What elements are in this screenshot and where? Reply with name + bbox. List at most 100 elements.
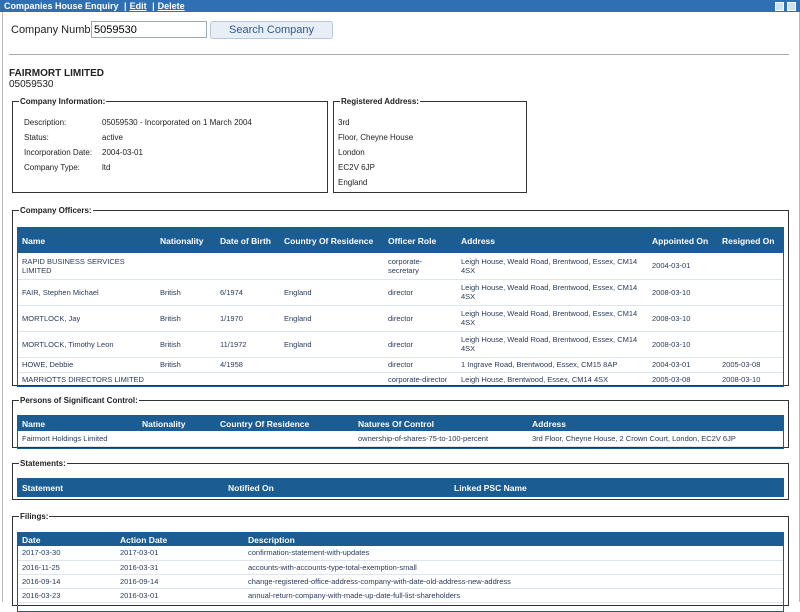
table-row[interactable]: FAIR, Stephen Michael British 6/1974 Eng… (18, 279, 783, 306)
table-cell: 2016-03-01 (116, 588, 244, 603)
table-row[interactable]: 2016-11-25 2016-03-31 accounts-with-acco… (18, 560, 783, 575)
info-key: Company Type: (24, 163, 80, 172)
table-cell: MORTLOCK, Jay (18, 305, 156, 332)
column-header[interactable]: Date (18, 533, 116, 546)
table-cell: accounts-with-accounts-type-total-exempt… (244, 560, 783, 575)
title-separator: | (152, 1, 155, 11)
column-header[interactable]: Description (244, 533, 783, 546)
table-cell: change-registered-office-address-company… (244, 574, 783, 589)
table-cell: director (384, 357, 457, 373)
table-cell: 11/1972 (216, 331, 280, 358)
table-cell: 2004-03-01 (648, 357, 718, 373)
column-header[interactable]: Linked PSC Name (450, 479, 783, 496)
table-cell: 2008-03-10 (648, 279, 718, 306)
table-row[interactable]: 2017-03-30 2017-03-01 confirmation-state… (18, 546, 783, 561)
column-header[interactable]: Country Of Residence (280, 228, 384, 253)
psc-table-wrap: Name Nationality Country Of Residence Na… (17, 415, 784, 449)
divider (9, 54, 789, 55)
table-cell: ownership-of-shares-75-to-100-percent (354, 431, 528, 447)
statements-header-row: Statement Notified On Linked PSC Name (18, 479, 783, 496)
table-cell: annual-return-company-with-made-up-date-… (244, 588, 783, 603)
table-cell: 2004-03-01 (648, 253, 718, 280)
column-header[interactable]: Resigned On (718, 228, 783, 253)
column-header[interactable]: Nationality (138, 416, 216, 431)
table-cell (216, 431, 354, 447)
table-row[interactable]: Fairmort Holdings Limited ownership-of-s… (18, 431, 783, 447)
officers-table-wrap: Name Nationality Date of Birth Country O… (17, 227, 784, 387)
table-cell: England (280, 331, 384, 358)
address-line: England (338, 178, 368, 187)
table-cell: 6/1974 (216, 279, 280, 306)
table-cell: 2016-09-14 (116, 574, 244, 589)
column-header[interactable]: Action Date (116, 533, 244, 546)
table-cell: MARRIOTTS DIRECTORS LIMITED (18, 372, 156, 386)
column-header[interactable]: Notified On (224, 479, 450, 496)
column-header[interactable]: Address (528, 416, 783, 431)
column-header[interactable]: Officer Role (384, 228, 457, 253)
table-cell: Leigh House, Brentwood, Essex, CM14 4SX (457, 372, 648, 386)
table-cell: British (156, 305, 216, 332)
info-value: active (102, 133, 123, 142)
info-key: Incorporation Date: (24, 148, 93, 157)
table-cell: 2005-03-08 (718, 357, 783, 373)
company-number-label: Company Number: (11, 24, 104, 36)
address-line: EC2V 6JP (338, 163, 375, 172)
column-header[interactable]: Address (457, 228, 648, 253)
section-legend: Company Officers: (20, 206, 92, 215)
column-header[interactable]: Nationality (156, 228, 216, 253)
table-row[interactable]: MARRIOTTS DIRECTORS LIMITED corporate-di… (18, 372, 783, 386)
section-legend: Persons of Significant Control: (20, 396, 138, 405)
company-number: 05059530 (9, 79, 54, 90)
info-value: 2004-03-01 (102, 148, 143, 157)
table-cell: 2008-03-10 (718, 372, 783, 386)
info-key: Status: (24, 133, 49, 142)
title-separator: | (124, 1, 127, 11)
table-cell: 2005-03-08 (648, 372, 718, 386)
column-header[interactable]: Natures Of Control (354, 416, 528, 431)
table-row[interactable]: 2016-09-14 2016-09-14 change-registered-… (18, 574, 783, 589)
edit-link[interactable]: Edit (130, 1, 147, 11)
table-cell (280, 357, 384, 373)
company-information-section: Company Information: Description: 050595… (12, 97, 328, 193)
table-cell: 2016-09-14 (18, 574, 116, 589)
maximize-icon[interactable] (787, 2, 796, 11)
table-row[interactable]: MORTLOCK, Timothy Leon British 11/1972 E… (18, 331, 783, 358)
column-header[interactable]: Name (18, 228, 156, 253)
column-header[interactable]: Date of Birth (216, 228, 280, 253)
table-cell: British (156, 331, 216, 358)
table-cell: corporate-secretary (384, 253, 457, 280)
table-cell: 2016-03-31 (116, 560, 244, 575)
table-cell (718, 253, 783, 280)
officers-table: Name Nationality Date of Birth Country O… (18, 228, 783, 386)
statements-table: Statement Notified On Linked PSC Name (18, 479, 783, 496)
search-company-button[interactable]: Search Company (210, 21, 333, 39)
column-header[interactable]: Statement (18, 479, 224, 496)
registered-address-section: Registered Address: 3rd Floor, Cheyne Ho… (333, 97, 527, 193)
table-cell: 4/1958 (216, 357, 280, 373)
address-line: Floor, Cheyne House (338, 133, 414, 142)
delete-link[interactable]: Delete (158, 1, 185, 11)
table-cell: director (384, 279, 457, 306)
minimize-icon[interactable] (775, 2, 784, 11)
window-title-bar: Companies House Enquiry | Edit | Delete (0, 0, 800, 12)
table-cell: 3rd Floor, Cheyne House, 2 Crown Court, … (528, 431, 783, 447)
table-cell (216, 372, 280, 386)
table-row[interactable]: 2016-03-23 2016-03-01 annual-return-comp… (18, 588, 783, 603)
section-legend: Filings: (20, 512, 49, 521)
column-header[interactable]: Country Of Residence (216, 416, 354, 431)
column-header[interactable]: Name (18, 416, 138, 431)
table-cell (718, 279, 783, 306)
psc-table: Name Nationality Country Of Residence Na… (18, 416, 783, 447)
table-cell (718, 305, 783, 332)
table-row[interactable]: RAPID BUSINESS SERVICES LIMITED corporat… (18, 253, 783, 280)
table-cell: MORTLOCK, Timothy Leon (18, 331, 156, 358)
filings-table: Date Action Date Description 2017-03-30 … (18, 533, 783, 603)
section-legend: Statements: (20, 459, 66, 468)
company-number-input[interactable] (91, 21, 207, 38)
table-row[interactable]: HOWE, Debbie British 4/1958 director 1 I… (18, 357, 783, 373)
window-controls (775, 2, 796, 11)
table-cell: 2016-03-23 (18, 588, 116, 603)
table-cell (718, 331, 783, 358)
table-row[interactable]: MORTLOCK, Jay British 1/1970 England dir… (18, 305, 783, 332)
column-header[interactable]: Appointed On (648, 228, 718, 253)
